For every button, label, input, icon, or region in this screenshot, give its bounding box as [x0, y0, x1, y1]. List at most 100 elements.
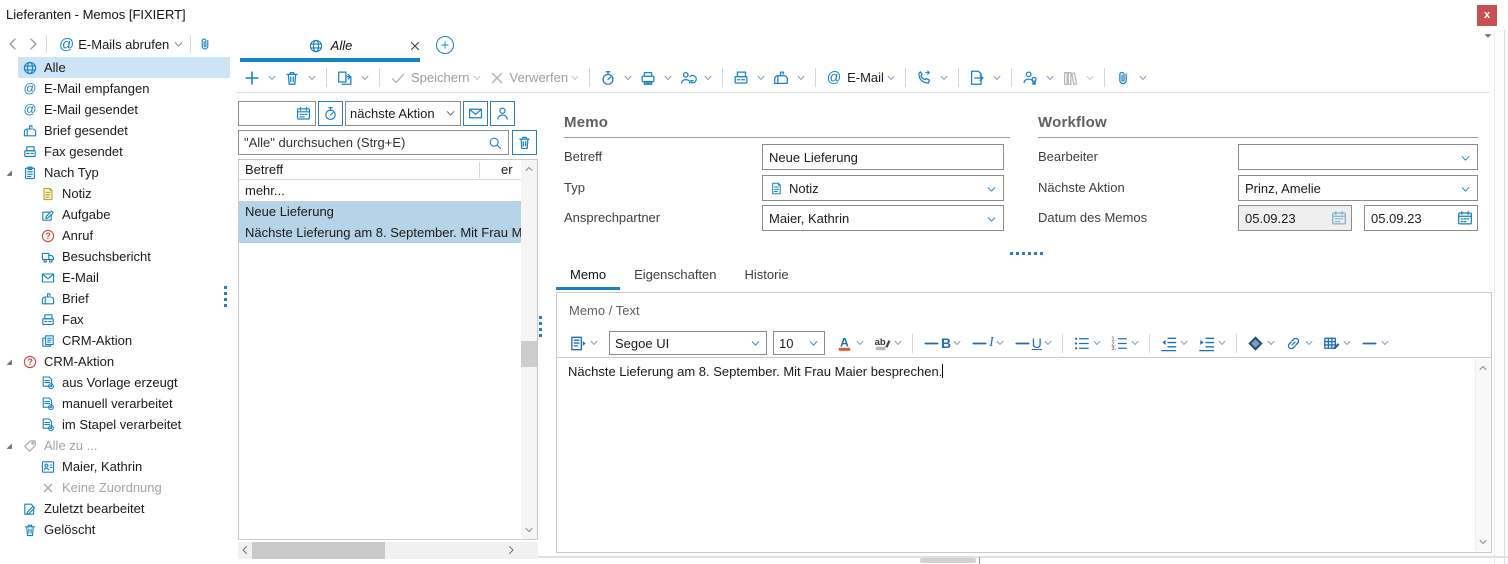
- typ-select[interactable]: Notiz: [762, 175, 1004, 201]
- sidebar-item[interactable]: Brief gesendet: [0, 120, 230, 141]
- detail-tab[interactable]: Eigenschaften: [620, 263, 730, 290]
- save-button[interactable]: Speichern: [386, 67, 485, 89]
- clear-search-button[interactable]: [512, 130, 537, 155]
- call-button[interactable]: [912, 67, 952, 89]
- bullet-list-button[interactable]: [1068, 332, 1106, 355]
- sidebar-item[interactable]: Maier, Kathrin: [0, 456, 230, 477]
- naechste-aktion-select[interactable]: Prinz, Amelie: [1238, 175, 1478, 201]
- font-family-select[interactable]: Segoe UI: [609, 331, 767, 355]
- memo-text-editor[interactable]: Nächste Lieferung am 8. September. Mit F…: [557, 357, 1491, 552]
- new-tab-button[interactable]: [436, 36, 454, 54]
- sidebar-item[interactable]: Brief: [0, 288, 230, 309]
- sidebar-item[interactable]: E-Mail gesendet: [0, 99, 230, 120]
- list-splitter-handle[interactable]: [539, 316, 542, 337]
- fetch-emails-button[interactable]: @ E-Mails abrufen: [59, 36, 184, 53]
- list-item[interactable]: mehr...: [239, 180, 522, 201]
- expander-icon[interactable]: [4, 168, 14, 178]
- window-scrollbar[interactable]: [1494, 30, 1505, 564]
- contact-permission-button[interactable]: [1018, 67, 1058, 89]
- sidebar-item[interactable]: Alle: [0, 57, 230, 78]
- list-header[interactable]: Betreff er: [239, 160, 537, 180]
- insert-table-button[interactable]: [1318, 332, 1356, 355]
- print-letter-button[interactable]: [636, 67, 676, 89]
- column-divider[interactable]: [479, 162, 480, 178]
- italic-button[interactable]: I: [966, 332, 1009, 355]
- sidebar-item[interactable]: aus Vorlage erzeugt: [0, 372, 230, 393]
- bottom-splitter-handle[interactable]: [920, 558, 976, 563]
- sidebar-item[interactable]: Anruf: [0, 225, 230, 246]
- sidebar-item[interactable]: Fax: [0, 309, 230, 330]
- scroll-down-icon[interactable]: [524, 525, 534, 535]
- font-color-button[interactable]: [831, 332, 869, 355]
- send-fax-button[interactable]: [729, 67, 769, 89]
- list-vertical-scrollbar[interactable]: [521, 160, 537, 539]
- sidebar-item[interactable]: manuell verarbeitet: [0, 393, 230, 414]
- send-letter-button[interactable]: [769, 67, 809, 89]
- calendar-icon[interactable]: [1330, 209, 1348, 227]
- detail-tab[interactable]: Memo: [556, 263, 620, 290]
- sidebar-item[interactable]: CRM-Aktion: [0, 351, 230, 372]
- expander-icon[interactable]: [4, 441, 14, 451]
- discard-button[interactable]: Verwerfen: [485, 67, 584, 89]
- insert-image-button[interactable]: [1242, 332, 1280, 355]
- scroll-right-icon[interactable]: [506, 545, 516, 555]
- horizontal-rule-button[interactable]: [1356, 332, 1394, 355]
- sidebar-item[interactable]: Gelöscht: [0, 519, 230, 540]
- calendar-icon[interactable]: [1456, 209, 1474, 227]
- sidebar-item[interactable]: Aufgabe: [0, 204, 230, 225]
- sidebar-item[interactable]: Notiz: [0, 183, 230, 204]
- convert-button[interactable]: [333, 67, 373, 89]
- reminder-button[interactable]: [596, 67, 636, 89]
- back-icon[interactable]: [6, 37, 20, 51]
- datum-input-1[interactable]: 05.09.23: [1238, 205, 1352, 231]
- next-action-select[interactable]: nächste Aktion: [345, 101, 461, 126]
- sidebar-item[interactable]: im Stapel verarbeitet: [0, 414, 230, 435]
- bold-button[interactable]: B: [918, 332, 966, 355]
- sidebar-splitter-handle[interactable]: [224, 286, 227, 307]
- sidebar-item[interactable]: Alle zu ...: [0, 435, 230, 456]
- sidebar-item[interactable]: E-Mail: [0, 267, 230, 288]
- bearbeiter-select[interactable]: [1238, 144, 1478, 170]
- editor-vertical-scrollbar[interactable]: [1475, 359, 1490, 551]
- form-splitter-handle[interactable]: [1010, 252, 1043, 255]
- new-button[interactable]: [240, 67, 280, 89]
- numbered-list-button[interactable]: [1106, 332, 1144, 355]
- person-filter-button[interactable]: [490, 101, 515, 126]
- reminder-filter-button[interactable]: [318, 101, 343, 126]
- paperclip-icon[interactable]: [197, 36, 213, 52]
- scroll-up-icon[interactable]: [524, 164, 534, 174]
- column-header-betreff[interactable]: Betreff: [239, 162, 537, 177]
- sidebar-item[interactable]: Besuchsbericht: [0, 246, 230, 267]
- search-input[interactable]: "Alle" durchsuchen (Strg+E): [238, 130, 509, 155]
- outdent-button[interactable]: [1155, 332, 1193, 355]
- tab-alle[interactable]: Alle: [240, 32, 420, 59]
- expander-icon[interactable]: [4, 357, 14, 367]
- email-filter-button[interactable]: [463, 101, 488, 126]
- underline-button[interactable]: U: [1009, 332, 1057, 355]
- archive-button[interactable]: [1058, 67, 1098, 89]
- sidebar-item[interactable]: Keine Zuordnung: [0, 477, 230, 498]
- attachment-button[interactable]: [1111, 67, 1151, 89]
- detail-tab[interactable]: Historie: [731, 263, 803, 290]
- insert-link-button[interactable]: [1280, 332, 1318, 355]
- list-item[interactable]: Nächste Lieferung am 8. September. Mit F…: [239, 222, 522, 243]
- scrollbar-thumb[interactable]: [521, 341, 537, 367]
- datum-input-2[interactable]: 05.09.23: [1364, 205, 1478, 231]
- indent-button[interactable]: [1193, 332, 1231, 355]
- sidebar-item[interactable]: CRM-Aktion: [0, 330, 230, 351]
- column-header-partial[interactable]: er: [501, 162, 513, 177]
- sidebar-item[interactable]: Nach Typ: [0, 162, 230, 183]
- calendar-icon[interactable]: [295, 105, 312, 122]
- date-filter-input[interactable]: [238, 101, 316, 126]
- font-size-select[interactable]: 10: [773, 331, 825, 355]
- close-button[interactable]: x: [1477, 5, 1497, 26]
- sidebar-item[interactable]: Zuletzt bearbeitet: [0, 498, 230, 519]
- forward-icon[interactable]: [26, 37, 40, 51]
- export-document-button[interactable]: [965, 67, 1005, 89]
- scroll-down-icon[interactable]: [1478, 537, 1488, 547]
- ansprechpartner-select[interactable]: Maier, Kathrin: [762, 205, 1004, 231]
- scroll-left-icon[interactable]: [240, 545, 250, 555]
- email-button[interactable]: E-Mail: [822, 67, 899, 89]
- scrollbar-thumb[interactable]: [252, 542, 385, 559]
- list-horizontal-scrollbar[interactable]: [238, 542, 538, 559]
